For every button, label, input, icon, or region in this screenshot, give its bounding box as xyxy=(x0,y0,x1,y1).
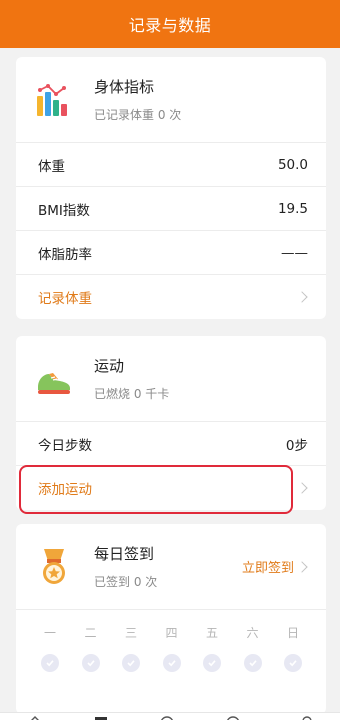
weekday-item: 一 xyxy=(39,624,61,672)
records-tab-icon[interactable] xyxy=(94,715,108,720)
weekday-row: 一 二 三 四 五 六 日 xyxy=(16,610,326,672)
check-icon xyxy=(81,654,100,672)
steps-row: 今日步数 0步 xyxy=(16,422,326,466)
weekday-item: 四 xyxy=(161,624,183,672)
profile-tab-icon[interactable] xyxy=(300,715,314,720)
weekday-label: 一 xyxy=(43,626,56,640)
community-tab-icon[interactable] xyxy=(226,715,240,720)
check-icon xyxy=(243,654,262,672)
bar-chart-icon xyxy=(34,80,74,120)
steps-label: 今日步数 xyxy=(38,437,92,454)
steps-value: 0步 xyxy=(285,437,308,454)
weekday-label: 六 xyxy=(246,626,259,640)
weekday-label: 五 xyxy=(205,626,218,640)
weekday-label: 日 xyxy=(286,626,299,640)
sneaker-icon xyxy=(34,359,74,399)
page-title: 记录与数据 xyxy=(128,16,212,35)
body-fat-label: 体脂肪率 xyxy=(38,246,92,263)
weekday-item: 六 xyxy=(242,624,264,672)
weekday-label: 四 xyxy=(165,626,178,640)
checkin-header: 每日签到 已签到 0 次 立即签到 xyxy=(16,524,326,610)
bottom-tab-bar xyxy=(0,712,340,720)
check-icon xyxy=(162,654,181,672)
check-icon xyxy=(122,654,140,672)
home-tab-icon[interactable] xyxy=(28,715,42,720)
check-icon xyxy=(41,654,59,672)
body-metrics-subtitle: 已记录体重 0 次 xyxy=(94,108,182,122)
body-metrics-header: 身体指标 已记录体重 0 次 xyxy=(16,57,326,143)
weekday-label: 二 xyxy=(84,626,97,640)
checkin-title: 每日签到 xyxy=(94,545,155,563)
exercise-card: 运动 已燃烧 0 千卡 今日步数 0步 添加运动 xyxy=(16,336,326,510)
medal-icon xyxy=(34,547,74,587)
weekday-label: 三 xyxy=(124,626,137,640)
weight-label: 体重 xyxy=(38,158,65,175)
chevron-right-icon xyxy=(296,291,308,303)
bmi-row: BMI指数 19.5 xyxy=(16,187,326,231)
body-fat-row: 体脂肪率 —— xyxy=(16,231,326,275)
exercise-header: 运动 已燃烧 0 千卡 xyxy=(16,336,326,422)
weight-value: 50.0 xyxy=(277,156,308,173)
record-weight-button[interactable]: 记录体重 xyxy=(16,275,326,319)
check-in-now-label: 立即签到 xyxy=(241,561,294,576)
header-bar: 记录与数据 xyxy=(0,0,340,48)
check-icon xyxy=(284,654,302,672)
add-exercise-button[interactable]: 添加运动 xyxy=(16,466,326,510)
add-exercise-label: 添加运动 xyxy=(38,482,92,498)
body-fat-value: —— xyxy=(281,244,308,261)
body-metrics-title: 身体指标 xyxy=(94,78,155,96)
weekday-item: 三 xyxy=(120,624,142,672)
weekday-item: 二 xyxy=(80,624,102,672)
weekday-item: 五 xyxy=(201,624,223,672)
weekday-item: 日 xyxy=(282,624,304,672)
discover-tab-icon[interactable] xyxy=(160,715,174,720)
chevron-right-icon xyxy=(296,482,308,494)
check-in-now-button[interactable]: 立即签到 xyxy=(242,557,308,576)
checkin-card: 每日签到 已签到 0 次 立即签到 一 二 三 四 五 六 日 xyxy=(16,524,326,714)
check-icon xyxy=(203,654,221,672)
checkin-subtitle: 已签到 0 次 xyxy=(94,575,158,589)
bmi-label: BMI指数 xyxy=(38,202,90,219)
bmi-value: 19.5 xyxy=(277,200,308,217)
exercise-title: 运动 xyxy=(94,357,125,375)
record-weight-label: 记录体重 xyxy=(38,291,92,307)
weight-row: 体重 50.0 xyxy=(16,143,326,187)
body-metrics-card: 身体指标 已记录体重 0 次 体重 50.0 BMI指数 19.5 体脂肪率 —… xyxy=(16,57,326,319)
exercise-subtitle: 已燃烧 0 千卡 xyxy=(94,387,170,401)
chevron-right-icon xyxy=(296,560,308,573)
